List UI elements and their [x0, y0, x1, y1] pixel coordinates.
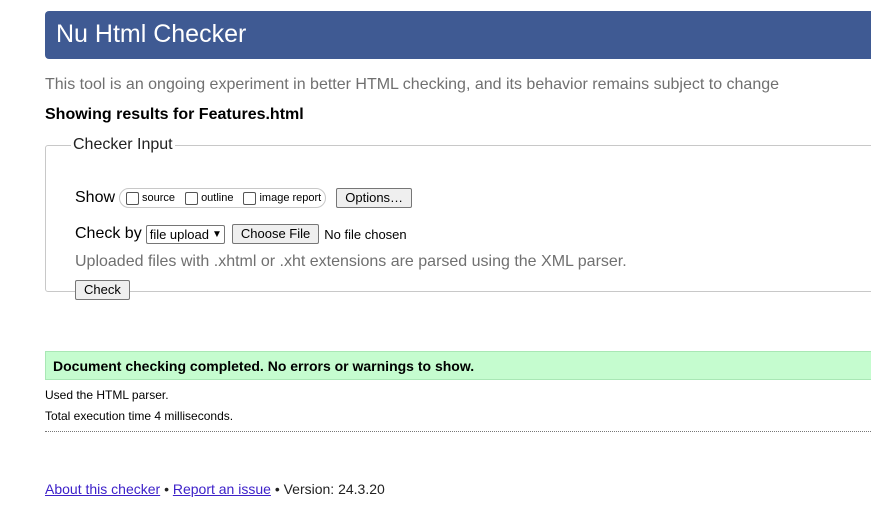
show-label: Show: [75, 189, 116, 206]
showing-results-heading: Showing results for Features.html: [45, 106, 304, 123]
show-source-option[interactable]: source: [124, 191, 176, 205]
checker-input-fieldset: Checker Input Show source outline image …: [45, 136, 871, 300]
footer-separator: •: [164, 481, 169, 497]
chevron-down-icon: ▼: [211, 228, 222, 240]
no-file-chosen-text: No file chosen: [324, 226, 407, 242]
show-row: Show source outline image report Options…: [75, 188, 413, 208]
outline-checkbox-label: outline: [201, 192, 234, 204]
dotted-divider: [45, 431, 871, 432]
execution-time: Total execution time 4 milliseconds.: [45, 409, 234, 423]
options-button[interactable]: Options…: [336, 188, 413, 208]
source-checkbox-label: source: [142, 192, 176, 204]
show-outline-option[interactable]: outline: [183, 191, 234, 205]
source-checkbox[interactable]: [126, 191, 140, 205]
version-text: Version: 24.3.20: [283, 481, 385, 497]
check-button[interactable]: Check: [75, 280, 130, 300]
footer-separator: •: [274, 481, 280, 497]
check-by-label: Check by: [75, 225, 142, 242]
check-by-row: Check by file upload ▼ Choose File No fi…: [75, 224, 407, 244]
result-success-banner: Document checking completed. No errors o…: [45, 351, 871, 380]
image-report-checkbox-label: image report: [259, 192, 322, 204]
checker-input-legend: Checker Input: [73, 136, 173, 153]
page-header: Nu Html Checker: [45, 11, 871, 59]
xml-parser-note: Uploaded files with .xhtml or .xht exten…: [75, 253, 627, 270]
choose-file-button[interactable]: Choose File: [231, 224, 320, 244]
result-message: Document checking completed. No errors o…: [53, 358, 475, 374]
show-image-report-option[interactable]: image report: [241, 191, 322, 205]
about-checker-link[interactable]: About this checker: [45, 481, 160, 497]
page-title: Nu Html Checker: [56, 20, 247, 48]
check-by-selected-value: file upload: [149, 226, 209, 242]
parser-note: Used the HTML parser.: [45, 388, 169, 402]
check-by-select[interactable]: file upload ▼: [145, 224, 225, 244]
footer: About this checker • Report an issue • V…: [45, 481, 385, 497]
intro-text: This tool is an ongoing experiment in be…: [45, 76, 780, 93]
outline-checkbox[interactable]: [185, 191, 199, 205]
show-options-group: source outline image report: [119, 188, 327, 208]
image-report-checkbox[interactable]: [243, 191, 257, 205]
report-issue-link[interactable]: Report an issue: [173, 481, 271, 497]
